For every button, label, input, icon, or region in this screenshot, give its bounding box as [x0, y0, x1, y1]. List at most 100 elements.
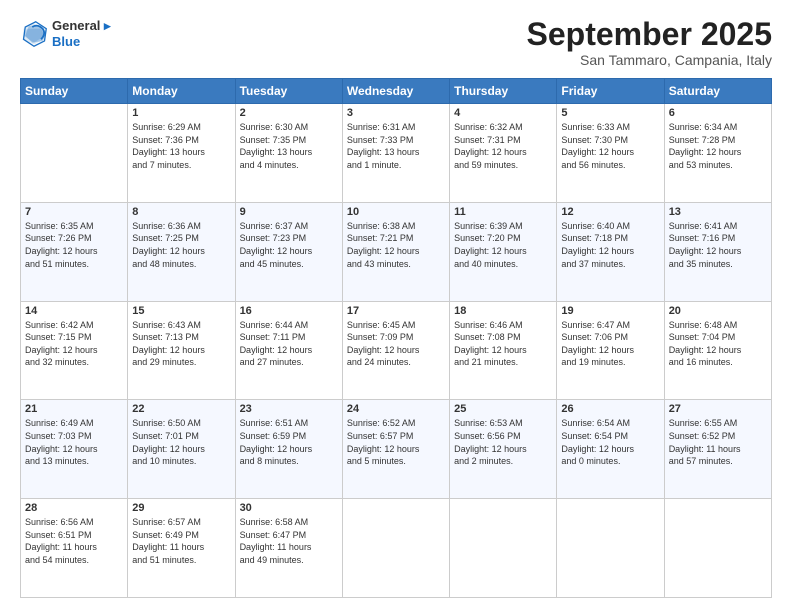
day-number: 11 — [454, 206, 552, 218]
day-info: Sunrise: 6:41 AM Sunset: 7:16 PM Dayligh… — [669, 220, 767, 270]
calendar-cell: 28Sunrise: 6:56 AM Sunset: 6:51 PM Dayli… — [21, 499, 128, 598]
day-info: Sunrise: 6:29 AM Sunset: 7:36 PM Dayligh… — [132, 121, 230, 171]
calendar-cell — [664, 499, 771, 598]
calendar-cell: 5 Sunrise: 6:33 AM Sunset: 7:30 PM Daylig… — [557, 104, 664, 203]
calendar-week-3: 21 Sunrise: 6:49 AM Sunset: 7:03 PM Dayli… — [21, 400, 772, 499]
logo-text: General ▸ Blue — [52, 18, 111, 49]
day-number: 2 — [240, 107, 338, 119]
day-number: 5 — [561, 107, 659, 119]
day-info: Sunrise: 6:57 AM Sunset: 6:49 PM Dayligh… — [132, 516, 230, 566]
calendar-cell: 26Sunrise: 6:54 AM Sunset: 6:54 PM Dayli… — [557, 400, 664, 499]
day-number: 19 — [561, 305, 659, 317]
calendar-week-0: 1 Sunrise: 6:29 AM Sunset: 7:36 PM Daylig… — [21, 104, 772, 203]
day-info: Sunrise: 6:34 AM Sunset: 7:28 PM Dayligh… — [669, 121, 767, 171]
logo-wave: ▸ — [104, 18, 111, 33]
calendar-cell: 13 Sunrise: 6:41 AM Sunset: 7:16 PM Dayli… — [664, 202, 771, 301]
day-number: 18 — [454, 305, 552, 317]
day-number: 4 — [454, 107, 552, 119]
day-number: 7 — [25, 206, 123, 218]
day-number: 3 — [347, 107, 445, 119]
day-number: 15 — [132, 305, 230, 317]
calendar-cell — [450, 499, 557, 598]
calendar-cell: 21 Sunrise: 6:49 AM Sunset: 7:03 PM Dayli… — [21, 400, 128, 499]
calendar-cell: 12 Sunrise: 6:40 AM Sunset: 7:18 PM Dayli… — [557, 202, 664, 301]
calendar-week-2: 14 Sunrise: 6:42 AM Sunset: 7:15 PM Dayli… — [21, 301, 772, 400]
day-number: 27 — [669, 403, 767, 415]
day-info: Sunrise: 6:50 AM Sunset: 7:01 PM Dayligh… — [132, 417, 230, 467]
day-info: Sunrise: 6:52 AM Sunset: 6:57 PM Dayligh… — [347, 417, 445, 467]
calendar-cell: 30Sunrise: 6:58 AM Sunset: 6:47 PM Dayli… — [235, 499, 342, 598]
day-number: 21 — [25, 403, 123, 415]
day-info: Sunrise: 6:39 AM Sunset: 7:20 PM Dayligh… — [454, 220, 552, 270]
calendar-page: General ▸ Blue September 2025 San Tammar… — [0, 0, 792, 612]
day-info: Sunrise: 6:48 AM Sunset: 7:04 PM Dayligh… — [669, 319, 767, 369]
day-number: 17 — [347, 305, 445, 317]
day-number: 29 — [132, 502, 230, 514]
day-number: 10 — [347, 206, 445, 218]
calendar-cell: 20Sunrise: 6:48 AM Sunset: 7:04 PM Dayli… — [664, 301, 771, 400]
day-number: 28 — [25, 502, 123, 514]
day-info: Sunrise: 6:51 AM Sunset: 6:59 PM Dayligh… — [240, 417, 338, 467]
day-number: 8 — [132, 206, 230, 218]
calendar-cell: 7 Sunrise: 6:35 AM Sunset: 7:26 PM Daylig… — [21, 202, 128, 301]
col-monday: Monday — [128, 79, 235, 104]
day-number: 13 — [669, 206, 767, 218]
location: San Tammaro, Campania, Italy — [527, 52, 772, 68]
col-wednesday: Wednesday — [342, 79, 449, 104]
day-info: Sunrise: 6:40 AM Sunset: 7:18 PM Dayligh… — [561, 220, 659, 270]
day-number: 6 — [669, 107, 767, 119]
logo-icon — [20, 20, 48, 48]
month-title: September 2025 — [527, 18, 772, 50]
calendar-cell: 18 Sunrise: 6:46 AM Sunset: 7:08 PM Dayli… — [450, 301, 557, 400]
calendar-cell: 10 Sunrise: 6:38 AM Sunset: 7:21 PM Dayli… — [342, 202, 449, 301]
col-saturday: Saturday — [664, 79, 771, 104]
day-number: 12 — [561, 206, 659, 218]
calendar-table: Sunday Monday Tuesday Wednesday Thursday… — [20, 78, 772, 598]
day-info: Sunrise: 6:35 AM Sunset: 7:26 PM Dayligh… — [25, 220, 123, 270]
calendar-cell: 25 Sunrise: 6:53 AM Sunset: 6:56 PM Dayli… — [450, 400, 557, 499]
day-number: 14 — [25, 305, 123, 317]
day-info: Sunrise: 6:31 AM Sunset: 7:33 PM Dayligh… — [347, 121, 445, 171]
calendar-cell: 24 Sunrise: 6:52 AM Sunset: 6:57 PM Dayli… — [342, 400, 449, 499]
calendar-cell: 19 Sunrise: 6:47 AM Sunset: 7:06 PM Dayli… — [557, 301, 664, 400]
day-info: Sunrise: 6:32 AM Sunset: 7:31 PM Dayligh… — [454, 121, 552, 171]
calendar-cell: 15 Sunrise: 6:43 AM Sunset: 7:13 PM Dayli… — [128, 301, 235, 400]
col-sunday: Sunday — [21, 79, 128, 104]
calendar-cell: 6 Sunrise: 6:34 AM Sunset: 7:28 PM Daylig… — [664, 104, 771, 203]
calendar-cell — [557, 499, 664, 598]
day-info: Sunrise: 6:38 AM Sunset: 7:21 PM Dayligh… — [347, 220, 445, 270]
day-info: Sunrise: 6:49 AM Sunset: 7:03 PM Dayligh… — [25, 417, 123, 467]
calendar-body: 1 Sunrise: 6:29 AM Sunset: 7:36 PM Daylig… — [21, 104, 772, 598]
calendar-week-4: 28Sunrise: 6:56 AM Sunset: 6:51 PM Dayli… — [21, 499, 772, 598]
calendar-cell — [21, 104, 128, 203]
day-info: Sunrise: 6:33 AM Sunset: 7:30 PM Dayligh… — [561, 121, 659, 171]
calendar-week-1: 7 Sunrise: 6:35 AM Sunset: 7:26 PM Daylig… — [21, 202, 772, 301]
calendar-cell: 11 Sunrise: 6:39 AM Sunset: 7:20 PM Dayli… — [450, 202, 557, 301]
day-info: Sunrise: 6:30 AM Sunset: 7:35 PM Dayligh… — [240, 121, 338, 171]
day-info: Sunrise: 6:47 AM Sunset: 7:06 PM Dayligh… — [561, 319, 659, 369]
day-number: 1 — [132, 107, 230, 119]
day-number: 25 — [454, 403, 552, 415]
col-tuesday: Tuesday — [235, 79, 342, 104]
day-info: Sunrise: 6:46 AM Sunset: 7:08 PM Dayligh… — [454, 319, 552, 369]
calendar-cell: 22 Sunrise: 6:50 AM Sunset: 7:01 PM Dayli… — [128, 400, 235, 499]
day-info: Sunrise: 6:53 AM Sunset: 6:56 PM Dayligh… — [454, 417, 552, 467]
day-info: Sunrise: 6:54 AM Sunset: 6:54 PM Dayligh… — [561, 417, 659, 467]
day-number: 24 — [347, 403, 445, 415]
calendar-cell: 14 Sunrise: 6:42 AM Sunset: 7:15 PM Dayli… — [21, 301, 128, 400]
col-friday: Friday — [557, 79, 664, 104]
day-info: Sunrise: 6:45 AM Sunset: 7:09 PM Dayligh… — [347, 319, 445, 369]
day-number: 22 — [132, 403, 230, 415]
day-info: Sunrise: 6:58 AM Sunset: 6:47 PM Dayligh… — [240, 516, 338, 566]
day-info: Sunrise: 6:36 AM Sunset: 7:25 PM Dayligh… — [132, 220, 230, 270]
calendar-cell: 27Sunrise: 6:55 AM Sunset: 6:52 PM Dayli… — [664, 400, 771, 499]
calendar-cell: 4 Sunrise: 6:32 AM Sunset: 7:31 PM Daylig… — [450, 104, 557, 203]
col-thursday: Thursday — [450, 79, 557, 104]
day-number: 23 — [240, 403, 338, 415]
day-info: Sunrise: 6:42 AM Sunset: 7:15 PM Dayligh… — [25, 319, 123, 369]
calendar-cell: 23 Sunrise: 6:51 AM Sunset: 6:59 PM Dayli… — [235, 400, 342, 499]
calendar-cell: 29 Sunrise: 6:57 AM Sunset: 6:49 PM Dayli… — [128, 499, 235, 598]
day-info: Sunrise: 6:43 AM Sunset: 7:13 PM Dayligh… — [132, 319, 230, 369]
logo: General ▸ Blue — [20, 18, 111, 49]
calendar-cell: 3 Sunrise: 6:31 AM Sunset: 7:33 PM Daylig… — [342, 104, 449, 203]
